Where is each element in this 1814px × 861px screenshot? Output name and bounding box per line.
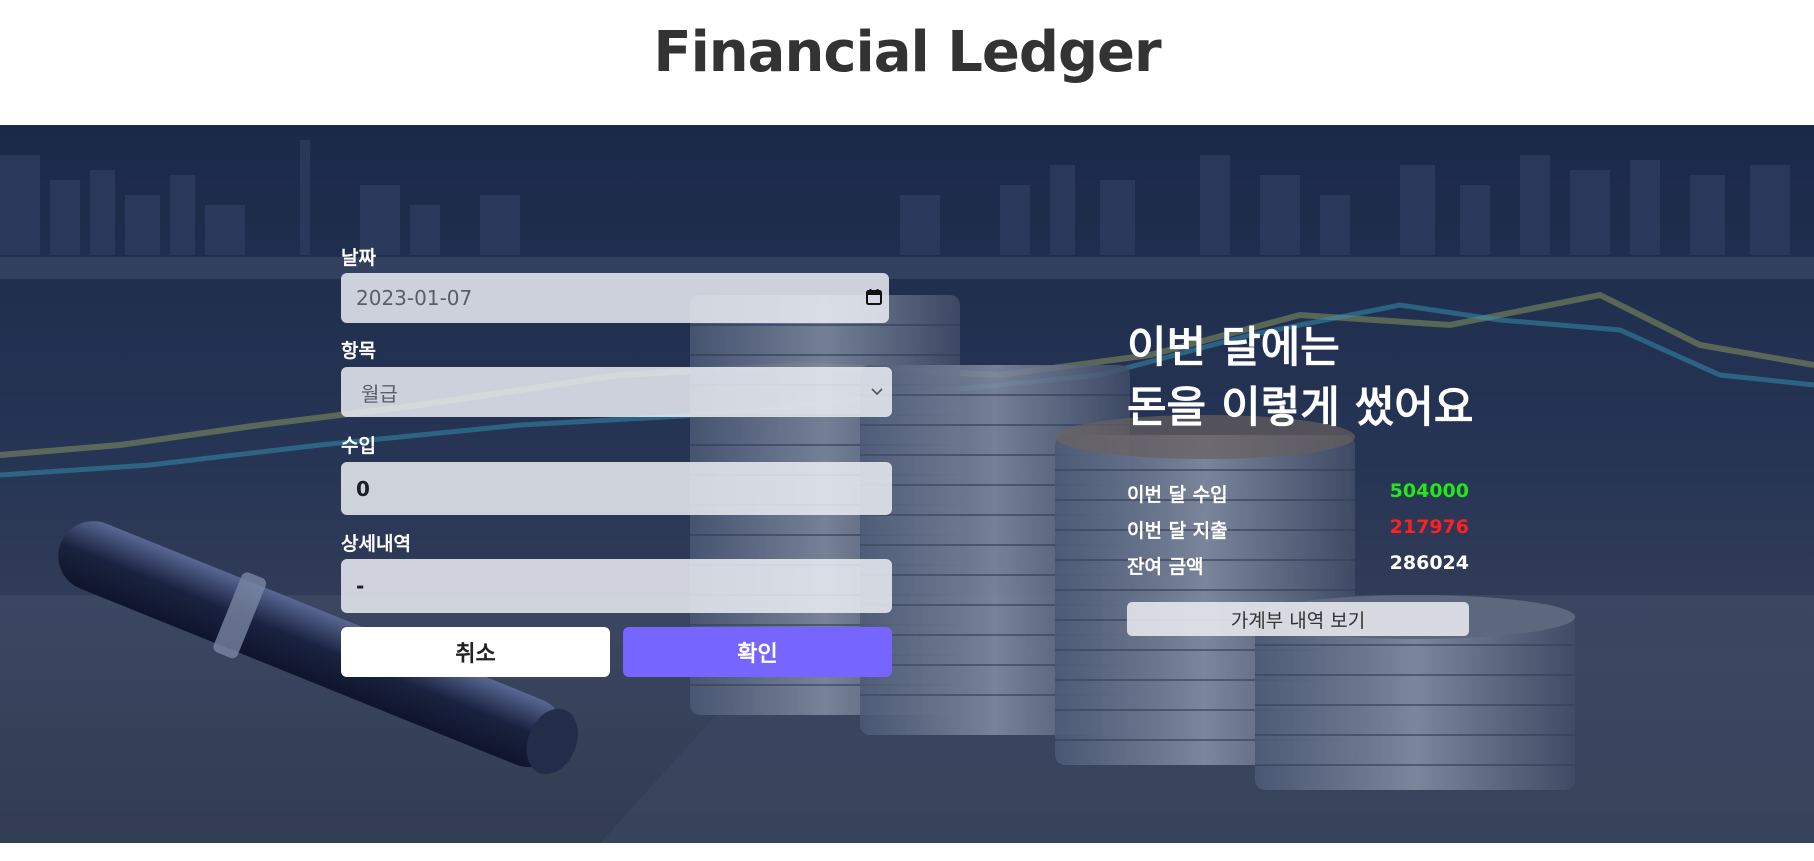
confirm-button[interactable]: 확인 xyxy=(623,627,892,677)
monthly-summary: 이번 달에는 돈을 이렇게 썼어요 이번 달 수입 504000 이번 달 지출… xyxy=(1127,318,1474,636)
detail-input[interactable]: - xyxy=(341,559,892,613)
category-selected-value: 월급 xyxy=(361,381,398,406)
balance-stat-value: 286024 xyxy=(1389,552,1469,574)
income-value: 0 xyxy=(356,476,370,501)
category-select[interactable]: 월급 xyxy=(341,367,892,417)
expense-stat-value: 217976 xyxy=(1389,516,1469,538)
header: Financial Ledger xyxy=(0,0,1814,125)
income-stat-label: 이번 달 수입 xyxy=(1127,484,1228,506)
detail-label: 상세내역 xyxy=(341,533,411,555)
income-stat-value: 504000 xyxy=(1389,480,1469,502)
chevron-down-icon xyxy=(871,388,883,396)
hero-overlay xyxy=(0,125,1814,843)
calendar-icon[interactable] xyxy=(865,288,883,306)
date-input[interactable]: 2023-01-07 xyxy=(341,273,889,323)
expense-stat-label: 이번 달 지출 xyxy=(1127,520,1228,542)
expense-stat-row: 이번 달 지출 217976 xyxy=(1127,516,1469,542)
income-input[interactable]: 0 xyxy=(341,462,892,515)
page-title: Financial Ledger xyxy=(653,20,1161,85)
page: Financial Ledger 날짜 2023-01-07 항목 월급 수입 … xyxy=(0,0,1814,861)
summary-heading-line2: 돈을 이렇게 썼어요 xyxy=(1127,383,1474,433)
income-label: 수입 xyxy=(341,435,376,457)
cancel-button[interactable]: 취소 xyxy=(341,627,610,677)
income-stat-row: 이번 달 수입 504000 xyxy=(1127,480,1469,506)
category-label: 항목 xyxy=(341,340,376,362)
balance-stat-row: 잔여 금액 286024 xyxy=(1127,552,1469,578)
date-value: 2023-01-07 xyxy=(356,286,473,310)
summary-heading-line1: 이번 달에는 xyxy=(1127,323,1340,373)
balance-stat-label: 잔여 금액 xyxy=(1127,556,1204,578)
view-ledger-button[interactable]: 가계부 내역 보기 xyxy=(1127,602,1469,636)
footer-strip xyxy=(0,843,1814,861)
hero-section xyxy=(0,125,1814,843)
date-label: 날짜 xyxy=(341,247,376,269)
detail-value: - xyxy=(356,574,365,598)
